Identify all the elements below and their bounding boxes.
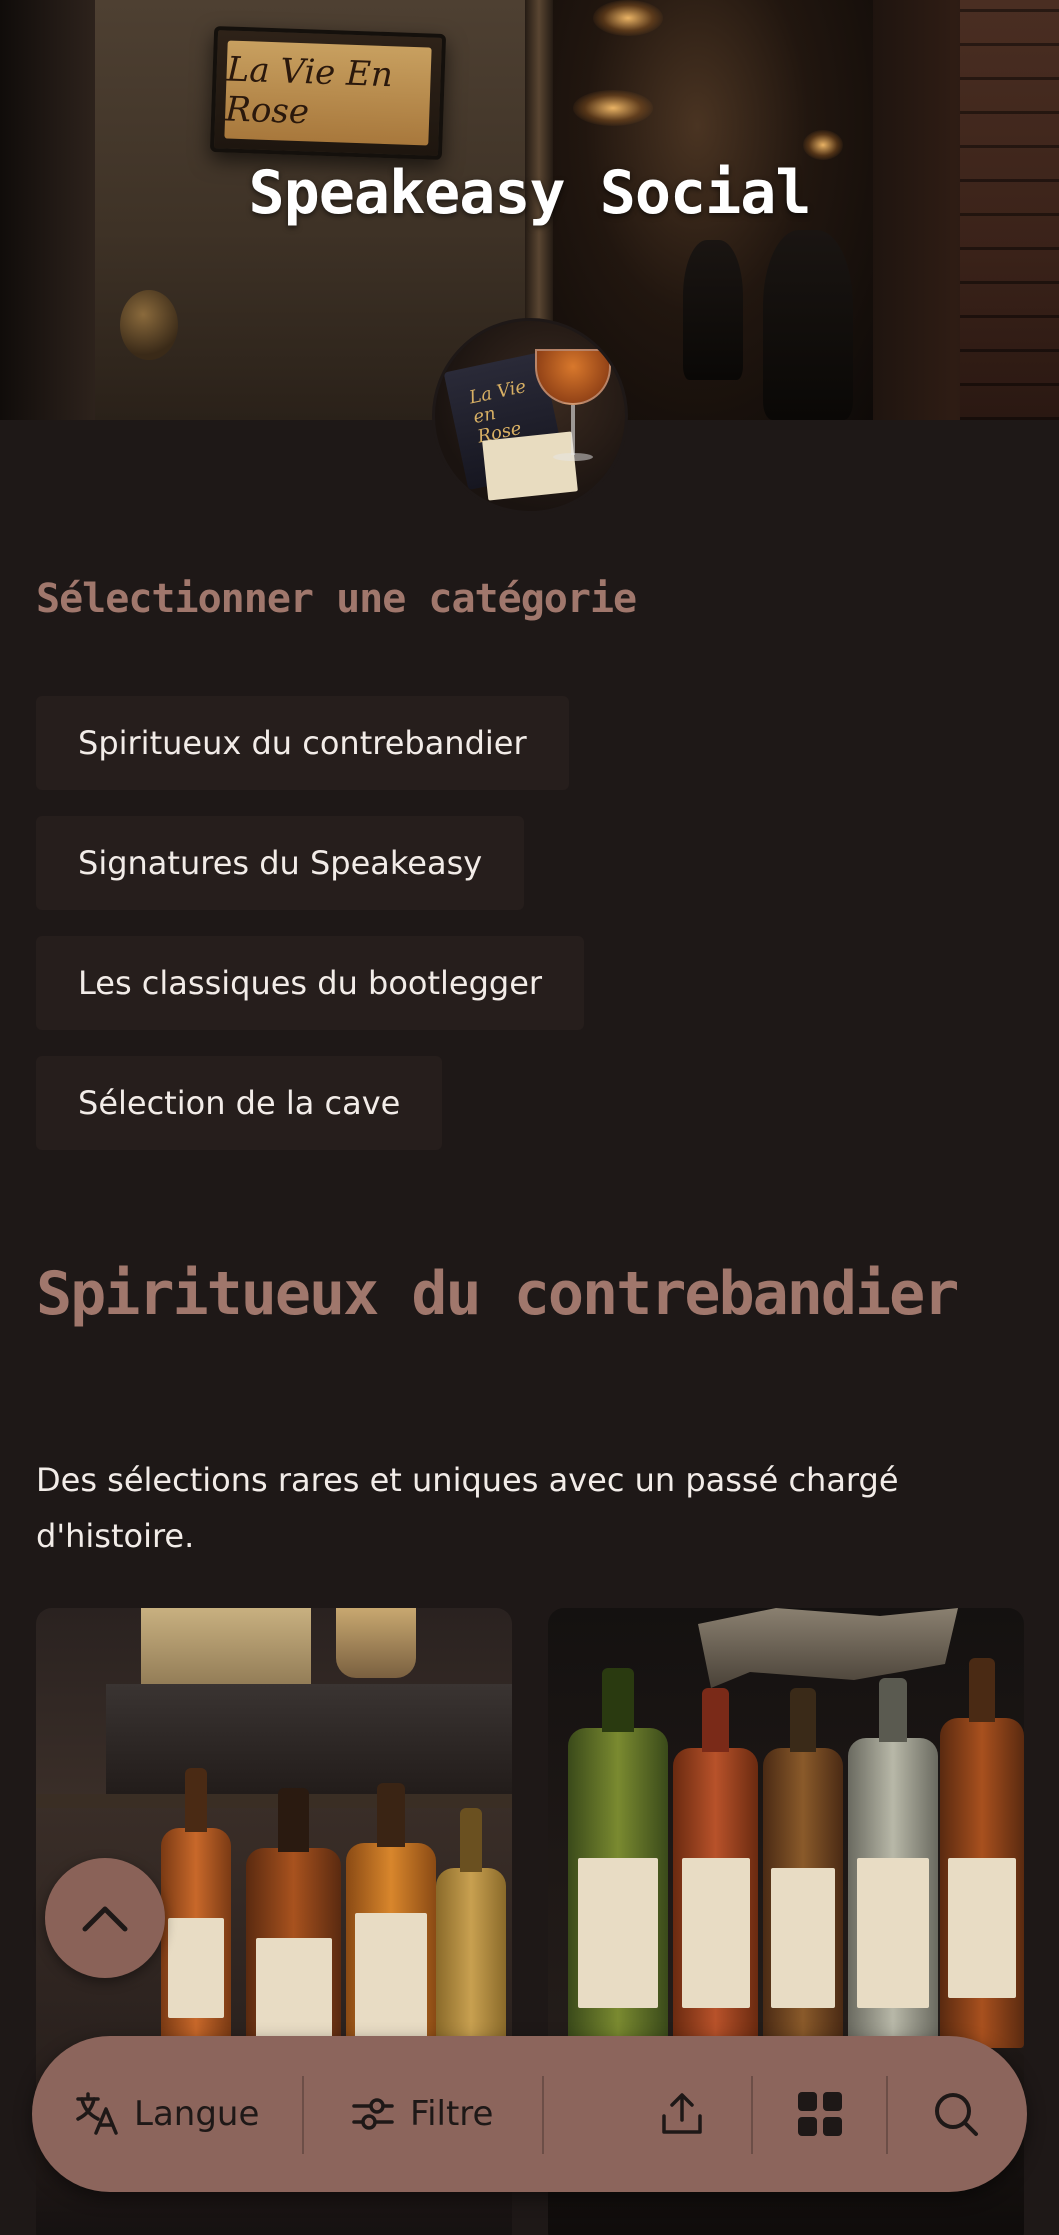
lamp-light	[593, 0, 663, 36]
bottle-neck	[602, 1668, 634, 1732]
bottle-neck	[376, 1783, 406, 1847]
bottle-label	[168, 1918, 224, 2018]
filter-icon	[352, 2098, 394, 2130]
search-icon	[935, 2093, 978, 2136]
glass-base	[553, 453, 593, 461]
category-chip-classiques[interactable]: Les classiques du bootlegger	[36, 936, 585, 1030]
translate-icon	[76, 2092, 118, 2135]
bottle-label	[857, 1858, 929, 2008]
avatar: La Vie en Rose	[432, 318, 628, 514]
lamp-light	[573, 90, 653, 126]
glass-stem	[571, 405, 575, 455]
toolbar-divider	[751, 2076, 753, 2154]
search-button[interactable]	[932, 2036, 980, 2192]
shelf	[36, 1794, 512, 1808]
door-knob-image	[120, 290, 178, 360]
category-chip-cave[interactable]: Sélection de la cave	[36, 1056, 443, 1150]
bottle-neck	[184, 1768, 208, 1832]
bartender-figure	[763, 230, 853, 420]
category-selector-label: Sélectionner une catégorie	[36, 576, 637, 622]
page-title: Speakeasy Social	[248, 158, 812, 228]
hero-sign: La Vie En Rose	[209, 25, 447, 161]
bottle-label	[578, 1858, 658, 2008]
menu-paper-image	[482, 431, 578, 501]
bottle-label	[355, 1913, 427, 2043]
bottle-label	[771, 1868, 835, 2008]
appliance-image	[336, 1608, 416, 1678]
hero-sign-text: La Vie En Rose	[224, 40, 432, 146]
category-description: Des sélections rares et uniques avec un …	[36, 1461, 899, 1555]
category-chip-contrebandier[interactable]: Spiritueux du contrebandier	[36, 696, 569, 790]
page: La Vie En Rose Speakeasy Social La Vie e…	[0, 0, 1059, 2235]
bottle-neck	[459, 1808, 483, 1872]
patron-figure	[683, 240, 743, 380]
lamp-light	[803, 130, 843, 160]
bottle-label	[255, 1938, 332, 2048]
share-icon	[662, 2093, 702, 2134]
bottle-neck	[968, 1658, 996, 1722]
share-button[interactable]	[658, 2036, 706, 2192]
bottle-neck	[278, 1788, 309, 1852]
bottle-neck	[790, 1688, 816, 1752]
toolbar-divider	[302, 2076, 304, 2154]
bottle-image	[940, 1658, 1024, 2048]
chevron-up-icon	[82, 1906, 128, 1932]
counter-image	[106, 1684, 512, 1794]
scroll-to-top-button[interactable]	[45, 1858, 165, 1978]
language-button[interactable]: Langue	[74, 2036, 259, 2192]
bottle-label	[948, 1858, 1016, 1998]
toolbar-divider	[542, 2076, 544, 2154]
bottle-image	[568, 1668, 668, 2048]
grid-view-button[interactable]	[796, 2036, 844, 2192]
filter-button[interactable]: Filtre	[350, 2036, 493, 2192]
category-title: Spiritueux du contrebandier	[36, 1259, 959, 1329]
bottle-neck	[701, 1688, 730, 1752]
bottle-image	[848, 1678, 938, 2048]
bottle-image	[673, 1688, 758, 2048]
bottom-toolbar: Langue Filtre	[32, 2036, 1027, 2192]
category-chip-signatures[interactable]: Signatures du Speakeasy	[36, 816, 525, 910]
foil-decoration-image	[698, 1608, 958, 1688]
bottle-image	[763, 1688, 843, 2048]
bottle-neck	[878, 1678, 908, 1742]
grid-icon	[798, 2092, 842, 2136]
toolbar-divider	[886, 2076, 888, 2154]
language-label: Langue	[134, 2094, 260, 2134]
bottle-label	[681, 1858, 750, 2008]
category-list: Spiritueux du contrebandier Signatures d…	[36, 696, 1016, 1176]
filter-label: Filtre	[410, 2094, 494, 2134]
